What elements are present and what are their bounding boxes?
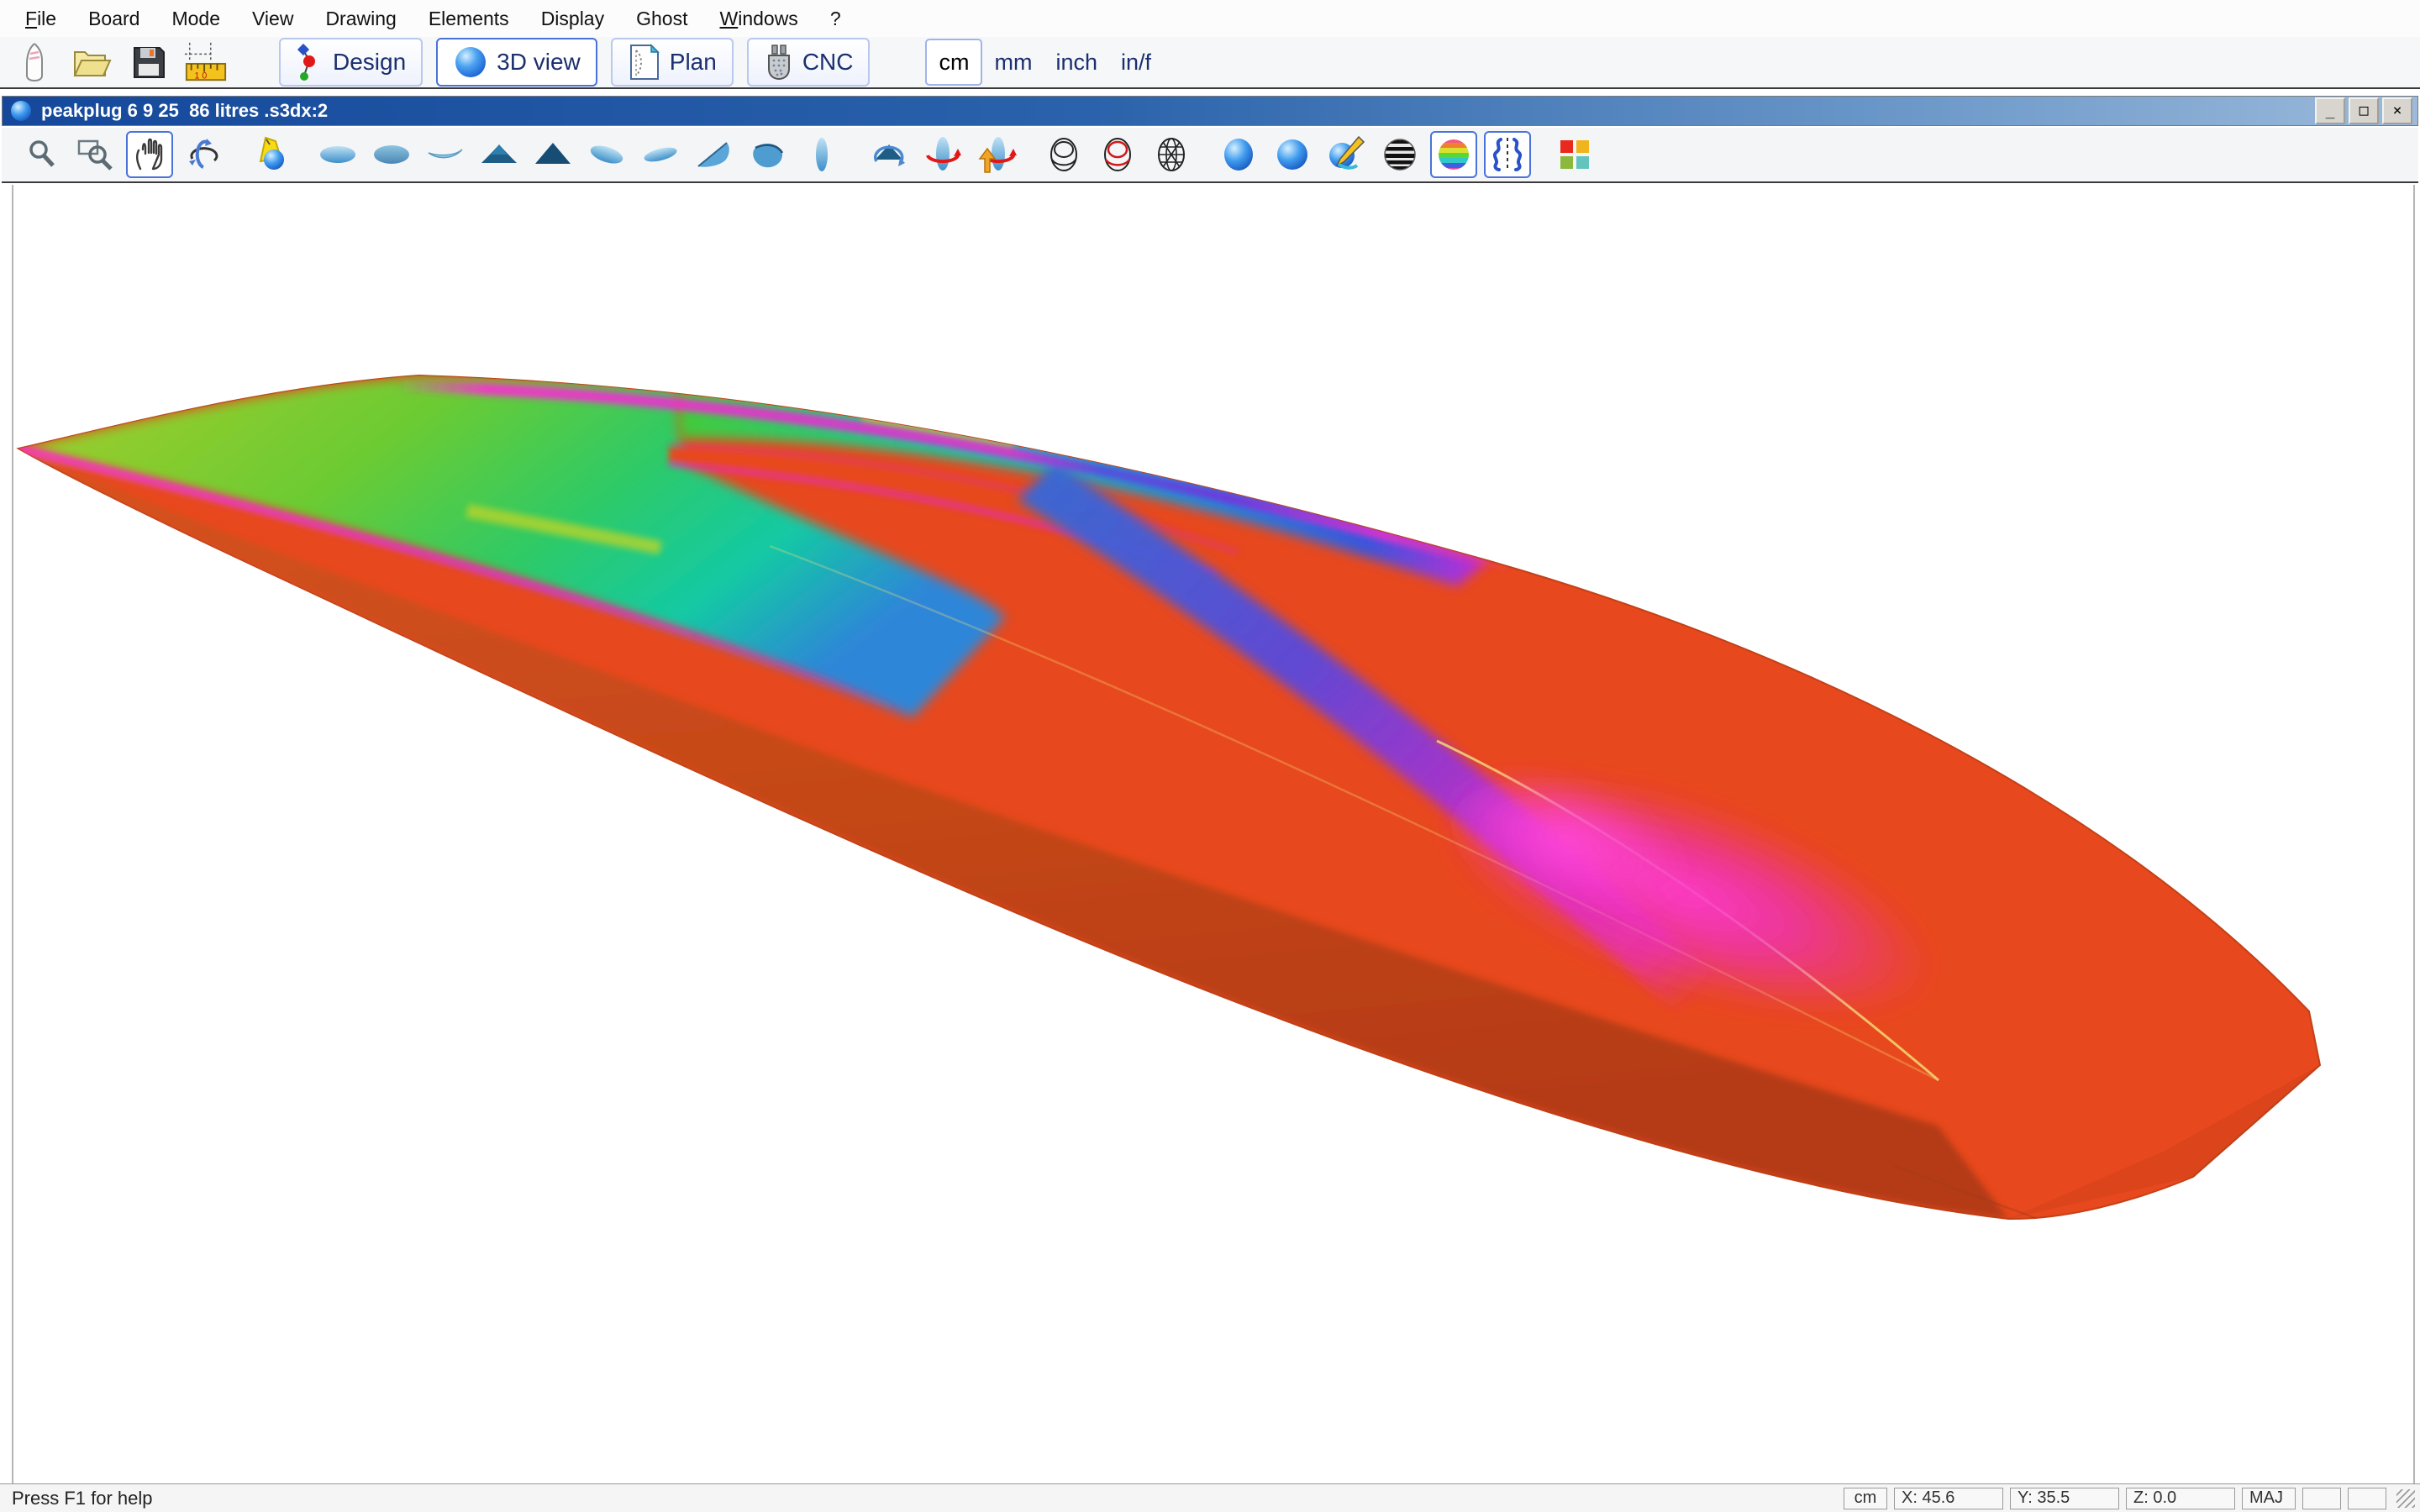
view-rocker-icon[interactable] [422,131,469,178]
rotate-3d-icon[interactable] [180,131,227,178]
menu-elements[interactable]: Elements [429,8,509,30]
application-window: File Board Mode View Drawing Elements Di… [0,0,2420,1512]
ruler-digits: 1 0 [195,71,208,81]
mesh-icon[interactable] [1148,131,1195,178]
menu-help[interactable]: ? [830,8,841,30]
wireframe-icon[interactable] [1040,131,1087,178]
render-shaded-icon[interactable] [1269,131,1316,178]
curvature-map-icon[interactable] [1430,131,1477,178]
zoom-icon[interactable] [18,131,66,178]
view-perspective-2-icon[interactable] [637,131,684,178]
plan-label: Plan [670,49,717,76]
document-sphere-icon [9,99,33,123]
status-bar: Press F1 for help cm X: 45.6 Y: 35.5 Z: … [0,1483,2420,1512]
flip-board-icon[interactable] [973,131,1020,178]
menu-bar: File Board Mode View Drawing Elements Di… [0,0,2420,37]
main-toolbar: 1 0 Design 3D view [0,37,2420,89]
minimize-button[interactable]: _ [2315,97,2345,124]
rotate-board-icon[interactable] [919,131,966,178]
status-cells: cm X: 45.6 Y: 35.5 Z: 0.0 MAJ [1844,1488,2415,1509]
resize-grip[interactable] [2396,1489,2415,1508]
zebra-stripes-icon[interactable] [1376,131,1423,178]
status-caps: MAJ [2242,1488,2296,1509]
cnc-label: CNC [802,49,854,76]
cnc-mode-button[interactable]: CNC [747,38,871,87]
menu-mode[interactable]: Mode [171,8,220,30]
maximize-button[interactable]: □ [2349,97,2379,124]
menu-windows[interactable]: Windows [719,8,797,30]
close-button[interactable]: × [2382,97,2412,124]
open-folder-icon[interactable] [69,39,114,85]
view-deck-icon[interactable] [314,131,361,178]
save-file-icon[interactable] [126,39,171,85]
light-icon[interactable] [247,131,294,178]
menu-view[interactable]: View [252,8,293,30]
3d-view-mode-button[interactable]: 3D view [436,38,597,87]
unit-selector: cm mm inch in/f [925,39,1163,86]
color-palette-icon[interactable] [1551,131,1598,178]
wireframe-highlight-icon[interactable] [1094,131,1141,178]
cnc-bit-icon [764,44,794,81]
3d-viewport[interactable] [12,185,2415,1483]
status-unit: cm [1844,1488,1887,1509]
design-nodes-icon [296,44,324,81]
unit-mm[interactable]: mm [982,40,1044,84]
design-mode-button[interactable]: Design [279,38,423,87]
render-paint-icon[interactable] [1323,131,1370,178]
status-y: Y: 35.5 [2010,1488,2119,1509]
zoom-window-icon[interactable] [72,131,119,178]
view-side-icon[interactable] [798,131,845,178]
menu-file[interactable]: File [25,8,56,30]
view-perspective-4-icon[interactable] [744,131,792,178]
measure-ruler-icon[interactable]: 1 0 [183,39,229,85]
design-label: Design [333,49,406,76]
status-help-text: Press F1 for help [12,1488,153,1509]
3d-view-label: 3D view [497,49,581,76]
spin-view-icon[interactable] [865,131,913,178]
render-smooth-icon[interactable] [1215,131,1262,178]
menu-board[interactable]: Board [88,8,139,30]
plan-mode-button[interactable]: Plan [611,38,734,87]
unit-inf[interactable]: in/f [1109,40,1163,84]
view-perspective-1-icon[interactable] [583,131,630,178]
document-title: peakplug 6 9 25 86 litres .s3dx:2 [41,100,328,122]
status-x: X: 45.6 [1894,1488,2003,1509]
view-bottom-icon[interactable] [368,131,415,178]
unit-cm[interactable]: cm [925,39,982,86]
view-toolbar [2,128,2418,183]
symmetry-check-icon[interactable] [1484,131,1531,178]
view-front-icon[interactable] [476,131,523,178]
sphere-3d-icon [453,45,488,80]
view-back-icon[interactable] [529,131,576,178]
board-render [13,185,2413,1482]
status-z: Z: 0.0 [2126,1488,2235,1509]
plan-page-icon [628,44,661,81]
window-controls: _ □ × [2315,97,2412,124]
menu-ghost[interactable]: Ghost [636,8,687,30]
status-extra-1 [2302,1488,2341,1509]
document-title-bar[interactable]: peakplug 6 9 25 86 litres .s3dx:2 _ □ × [2,96,2418,126]
unit-inch[interactable]: inch [1044,40,1109,84]
menu-drawing[interactable]: Drawing [325,8,396,30]
glove-pointer-icon[interactable] [12,39,57,85]
pan-hand-icon[interactable] [126,131,173,178]
menu-display[interactable]: Display [541,8,604,30]
view-perspective-3-icon[interactable] [691,131,738,178]
status-extra-2 [2348,1488,2386,1509]
